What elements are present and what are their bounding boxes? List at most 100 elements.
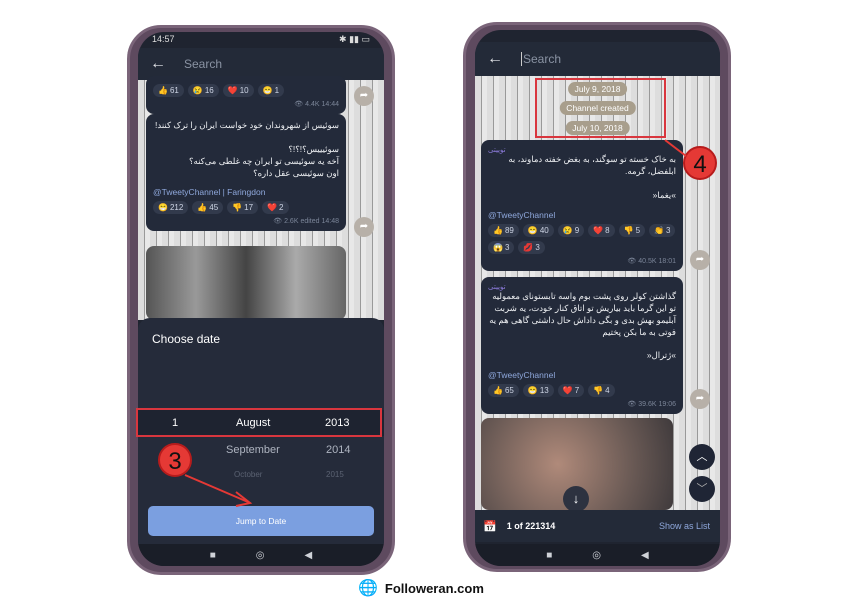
message-bubble: سوئیس از شهروندان خود خواست ایران را ترک… [146,114,346,232]
reaction-chip[interactable]: ❤️ 7 [557,384,585,398]
reaction-count: 3 [665,225,671,235]
share-icon[interactable]: ➦ [354,86,374,106]
reaction-chip[interactable]: 😢 9 [557,223,585,237]
reaction-chip[interactable]: 😁 1 [257,84,285,97]
reaction-emoji-icon: 😢 [562,225,573,235]
reaction-chip[interactable]: 😁 212 [153,201,189,215]
message-meta: 👁 2.6K edited 14:48 [273,218,339,226]
recents-icon[interactable]: ■ [546,550,552,561]
left-phone-screen: 14:57 ✱ ▮▮ ▭ ← Search 👍 61 😢 16 ❤️ 10 😁 1 👁 4.4K… [138,32,384,566]
scroll-down-button[interactable]: ↓ [563,486,589,512]
reaction-chip[interactable]: ❤️ 2 [262,201,289,215]
reaction-chip[interactable]: 😁 13 [522,384,554,398]
recents-icon[interactable]: ■ [210,550,216,561]
message-meta: 👁 40.5K 18:01 [627,257,676,265]
brand-text: Followeran.com [384,580,484,596]
message-meta: 👁 39.6K 19:06 [627,401,676,409]
reaction-chip[interactable]: 👎 4 [588,384,615,398]
message-bubble: توییتی گذاشتن کولر روی پشت بوم واسه تابس… [481,277,683,415]
reaction-chip[interactable]: 😱 3 [488,240,515,254]
message-text: سوئیس از شهروندان خود خواست ایران را ترک… [155,120,339,178]
home-icon[interactable]: ◎ [592,550,601,561]
message-signature[interactable]: @TweetyChannel [488,210,676,220]
annotation-arrow [664,139,687,157]
reaction-emoji-icon: 👏 [654,225,664,235]
reactions: 👍 61 😢 16 ❤️ 10 😁 1 [153,84,339,97]
reactions: 👍 89 😁 40 😢 9 ❤️ 8 👎 5 👏 3 😱 3 💋 3 [488,223,676,254]
search-next-button[interactable]: ﹀ [689,476,715,502]
picker-month-next[interactable]: September [226,444,280,456]
reaction-emoji-icon: 👎 [232,203,243,213]
reaction-count: 13 [539,386,549,396]
photo-message[interactable] [146,246,346,320]
reaction-count: 17 [244,203,254,213]
reaction-emoji-icon: 😁 [262,86,273,95]
reaction-count: 2 [279,203,284,213]
reaction-count: 45 [209,203,219,213]
message-author: توییتی [488,147,506,154]
share-icon[interactable]: ➦ [690,389,710,409]
reaction-count: 16 [204,86,214,95]
highlight-box [136,408,382,437]
back-arrow-icon[interactable]: ← [150,55,166,73]
reaction-count: 40 [539,225,549,235]
reaction-emoji-icon: 😁 [527,386,538,396]
reaction-chip[interactable]: 👎 5 [618,223,646,237]
status-bar: 14:57 ✱ ▮▮ ▭ [138,32,384,46]
reaction-chip[interactable]: ❤️ 10 [222,84,254,97]
home-icon[interactable]: ◎ [256,550,265,561]
reaction-emoji-icon: 👍 [493,386,503,396]
reaction-emoji-icon: 😁 [527,225,538,235]
search-header: ← Search [475,42,720,76]
globe-icon: 🌐 [358,580,378,597]
highlight-box [535,78,666,138]
search-prev-button[interactable]: ︿ [689,444,715,470]
reaction-chip[interactable]: 💋 3 [518,240,545,254]
reaction-emoji-icon: 😁 [158,203,168,213]
reaction-count: 7 [574,386,580,396]
annotation-arrow [184,474,253,507]
reaction-count: 9 [574,225,580,235]
reaction-count: 10 [239,86,249,95]
show-as-list-button[interactable]: Show as List [659,521,710,531]
reaction-chip[interactable]: 👏 3 [649,223,676,237]
reaction-chip[interactable]: 👎 17 [227,201,259,215]
reaction-chip[interactable]: 👍 65 [488,384,519,398]
reaction-emoji-icon: 👎 [593,386,604,396]
reactions: 😁 212 👍 45 👎 17 ❤️ 2 [153,201,339,215]
reaction-emoji-icon: 👎 [623,225,634,235]
search-input[interactable]: Search [521,52,561,66]
back-arrow-icon[interactable]: ← [487,50,503,68]
reaction-chip[interactable]: 😢 16 [187,84,219,97]
reaction-count: 65 [504,386,514,396]
reaction-chip[interactable]: 😁 40 [522,223,554,237]
jump-to-date-button[interactable]: Jump to Date [148,506,374,536]
search-input[interactable]: Search [184,57,222,71]
reactions: 👍 65 😁 13 ❤️ 7 👎 4 [488,384,676,398]
reaction-emoji-icon: 👍 [493,225,503,235]
reaction-emoji-icon: ❤️ [227,86,238,95]
footer-brand: 🌐 Followeran.com [358,578,484,598]
calendar-search-icon[interactable]: 📅 [483,520,497,533]
reaction-chip[interactable]: 👍 45 [192,201,224,215]
reaction-chip[interactable]: 👍 89 [488,223,519,237]
search-bottom-bar: 📅 1 of 221314 Show as List [475,510,720,542]
reaction-chip[interactable]: 👍 61 [153,84,184,97]
picker-year-next2[interactable]: 2015 [326,470,344,479]
reaction-count: 3 [504,242,510,252]
picker-year-next[interactable]: 2014 [326,444,350,456]
back-icon[interactable]: ◀ [305,550,313,561]
message-signature[interactable]: @TweetyChannel [488,370,676,380]
message-author: توییتی [488,284,506,291]
reaction-count: 212 [169,203,184,213]
back-icon[interactable]: ◀ [641,550,649,561]
reaction-chip[interactable]: ❤️ 8 [588,223,615,237]
share-icon[interactable]: ➦ [690,250,710,270]
share-icon[interactable]: ➦ [354,217,374,237]
reaction-emoji-icon: ❤️ [562,386,573,396]
sheet-title: Choose date [152,332,221,346]
message-text: به خاک خسته تو سوگند، به بغض خفته دماوند… [508,154,676,200]
message-signature[interactable]: @TweetyChannel | Faringdon [153,187,339,197]
message-text: گذاشتن کولر روی پشت بوم واسه تابستونای م… [489,291,676,361]
reaction-count: 4 [605,386,610,396]
